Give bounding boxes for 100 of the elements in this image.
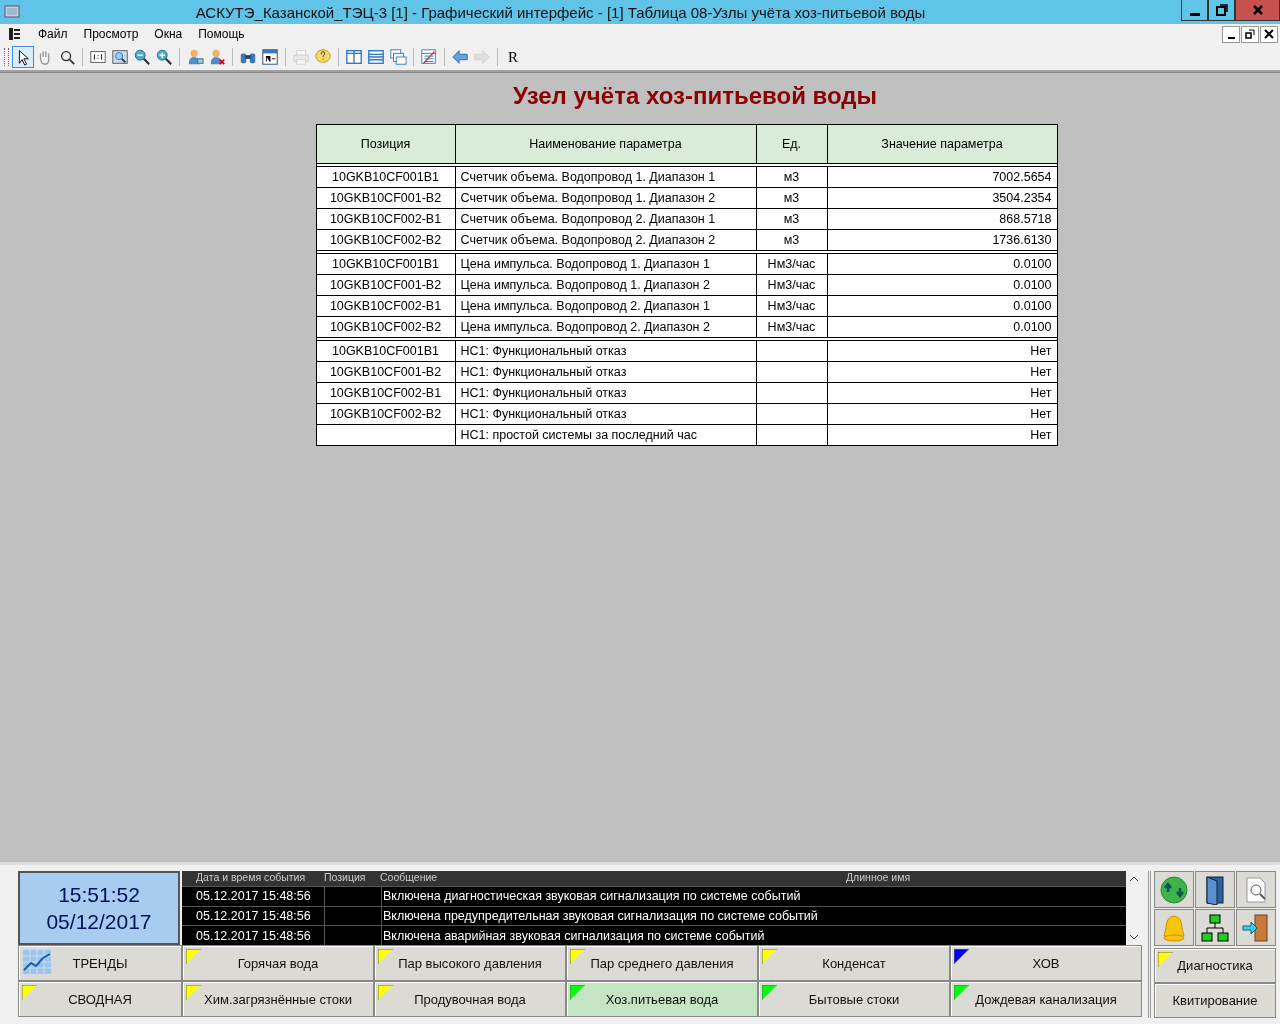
table-cell: 10GKB10CF002-B2: [316, 316, 455, 338]
table-cell: м3: [756, 187, 827, 209]
nav-button[interactable]: Хоз.питьевая вода: [566, 981, 758, 1017]
side-button[interactable]: Квитирование: [1154, 983, 1276, 1018]
door-icon[interactable]: [1195, 871, 1235, 908]
nav-button[interactable]: Горячая вода: [182, 945, 374, 981]
nav-button[interactable]: Пар высокого давления: [374, 945, 566, 981]
close-icon: [1251, 4, 1264, 16]
menu-item[interactable]: Помощь: [190, 27, 253, 41]
event-row[interactable]: 05.12.2017 15:48:56 Включена предупредительная звуковая сигнализация по системе событий: [182, 905, 1126, 926]
exit-door-icon[interactable]: [1236, 909, 1276, 946]
table-cell: 10GKB10CF001B1: [316, 340, 455, 362]
document-icon[interactable]: [8, 27, 22, 41]
app-icon: [4, 4, 20, 20]
document-search-icon[interactable]: [1236, 871, 1276, 908]
pointer-icon[interactable]: [12, 46, 34, 68]
scroll-up-icon[interactable]: [1129, 874, 1139, 884]
table-cell: Нет: [827, 382, 1057, 404]
restore-icon: [1245, 29, 1255, 39]
column-header: Значение параметра: [827, 124, 1057, 164]
table-cell: [756, 382, 827, 404]
nav-button[interactable]: Дождевая канализация: [950, 981, 1142, 1017]
column-header: Наименование параметра: [455, 124, 756, 164]
page-title: Узел учёта хоз-питьевой воды: [512, 82, 878, 110]
nav-button[interactable]: Конденсат: [758, 945, 950, 981]
table-cell: 0.0100: [827, 295, 1057, 317]
menu-item[interactable]: Файл: [30, 27, 76, 41]
nav-button[interactable]: Продувочная вода: [374, 981, 566, 1017]
minimize-icon: [1227, 36, 1235, 39]
table-cell: м3: [756, 208, 827, 230]
table-cell: 10GKB10CF002-B1: [316, 208, 455, 230]
table-cell: Цена импульса. Водопровод 1. Диапазон 1: [455, 253, 756, 275]
restore-button[interactable]: [1241, 25, 1259, 43]
table-cell: Нет: [827, 424, 1057, 446]
nav-button[interactable]: СВОДНАЯ: [18, 981, 182, 1017]
minimize-button[interactable]: [1181, 0, 1208, 21]
window-title: АСКУТЭ_Казанской_ТЭЦ-3 [1] - Графический интерфейс - [1] Таблица 08-Узлы учёта хоз-питьевой воды: [194, 3, 927, 21]
clock-time: 15:51:52: [58, 882, 140, 908]
table-cell: Счетчик объема. Водопровод 1. Диапазон 1: [455, 166, 756, 188]
restore-button[interactable]: [1208, 0, 1235, 21]
table-cell: 10GKB10CF001B1: [316, 166, 455, 188]
table-cell: НС1: простой системы за последний час: [455, 424, 756, 446]
nav-button[interactable]: ХОВ: [950, 945, 1142, 981]
table-cell: Цена импульса. Водопровод 1. Диапазон 2: [455, 274, 756, 296]
table-cell: 7002.5654: [827, 166, 1057, 188]
menu-item[interactable]: Окна: [146, 27, 191, 41]
column-header: Длинное имя: [846, 871, 912, 885]
column-header: Позиция: [316, 124, 455, 164]
table-cell: 10GKB10CF001B1: [316, 253, 455, 275]
minimize-button[interactable]: [1222, 25, 1240, 43]
table-cell: 10GKB10CF001-B2: [316, 274, 455, 296]
table-cell: 10GKB10CF002-B2: [316, 229, 455, 251]
event-row[interactable]: 05.12.2017 15:48:56 Включена диагностическая звуковая сигнализация по системе событий: [182, 885, 1126, 906]
table-cell: 0.0100: [827, 316, 1057, 338]
table-cell: [756, 424, 827, 446]
toolbar-button[interactable]: R: [502, 48, 524, 66]
close-icon: [1264, 29, 1274, 39]
table-cell: 10GKB10CF002-B2: [316, 403, 455, 425]
minimize-icon: [1189, 12, 1200, 16]
scroll-down-icon[interactable]: [1129, 932, 1139, 942]
trend-chart-icon: [23, 950, 51, 974]
clock-date: 05/12/2017: [46, 909, 152, 935]
column-header: Сообщение: [380, 871, 439, 885]
table-cell: 10GKB10CF001-B2: [316, 187, 455, 209]
table-cell: Счетчик объема. Водопровод 1. Диапазон 2: [455, 187, 756, 209]
table-cell: НС1: Функциональный отказ: [455, 403, 756, 425]
windows-icon[interactable]: [387, 46, 409, 68]
column-header: Ед.: [756, 124, 827, 164]
nav-button[interactable]: Пар среднего давления: [566, 945, 758, 981]
table-cell: 10GKB10CF002-B1: [316, 295, 455, 317]
table-cell: 0.0100: [827, 253, 1057, 275]
network-icon[interactable]: [1195, 909, 1235, 946]
menu-item[interactable]: Просмотр: [75, 27, 147, 41]
side-button[interactable]: Диагностика: [1154, 948, 1276, 983]
table-cell: НС1: Функциональный отказ: [455, 382, 756, 404]
table-cell: НС1: Функциональный отказ: [455, 361, 756, 383]
table-cell: НС1: Функциональный отказ: [455, 340, 756, 362]
column-header: Дата и время события: [195, 871, 307, 885]
nav-button[interactable]: Бытовые стоки: [758, 981, 950, 1017]
table-cell: Нм3/час: [756, 316, 827, 338]
table-cell: 10GKB10CF002-B1: [316, 382, 455, 404]
close-button[interactable]: [1260, 25, 1278, 43]
nav-button[interactable]: Хим.загрязнённые стоки: [182, 981, 374, 1017]
table-cell: 1736.6130: [827, 229, 1057, 251]
table-cell: Нм3/час: [756, 274, 827, 296]
restore-icon: [1215, 4, 1228, 16]
table-cell: 3504.2354: [827, 187, 1057, 209]
table-cell: Цена импульса. Водопровод 2. Диапазон 1: [455, 295, 756, 317]
table-cell: Нм3/час: [756, 295, 827, 317]
number-icon[interactable]: [259, 46, 281, 68]
table-cell: м3: [756, 229, 827, 251]
refresh-icon[interactable]: [1154, 871, 1194, 908]
nav-button[interactable]: ТРЕНДЫ: [18, 945, 182, 981]
table-cell: 868.5718: [827, 208, 1057, 230]
table-cell: 0.0100: [827, 274, 1057, 296]
table-cell: [756, 403, 827, 425]
table-cell: 10GKB10CF001-B2: [316, 361, 455, 383]
table-cell: м3: [756, 166, 827, 188]
table-cell: Нет: [827, 403, 1057, 425]
table-cell: Счетчик объема. Водопровод 2. Диапазон 1: [455, 208, 756, 230]
